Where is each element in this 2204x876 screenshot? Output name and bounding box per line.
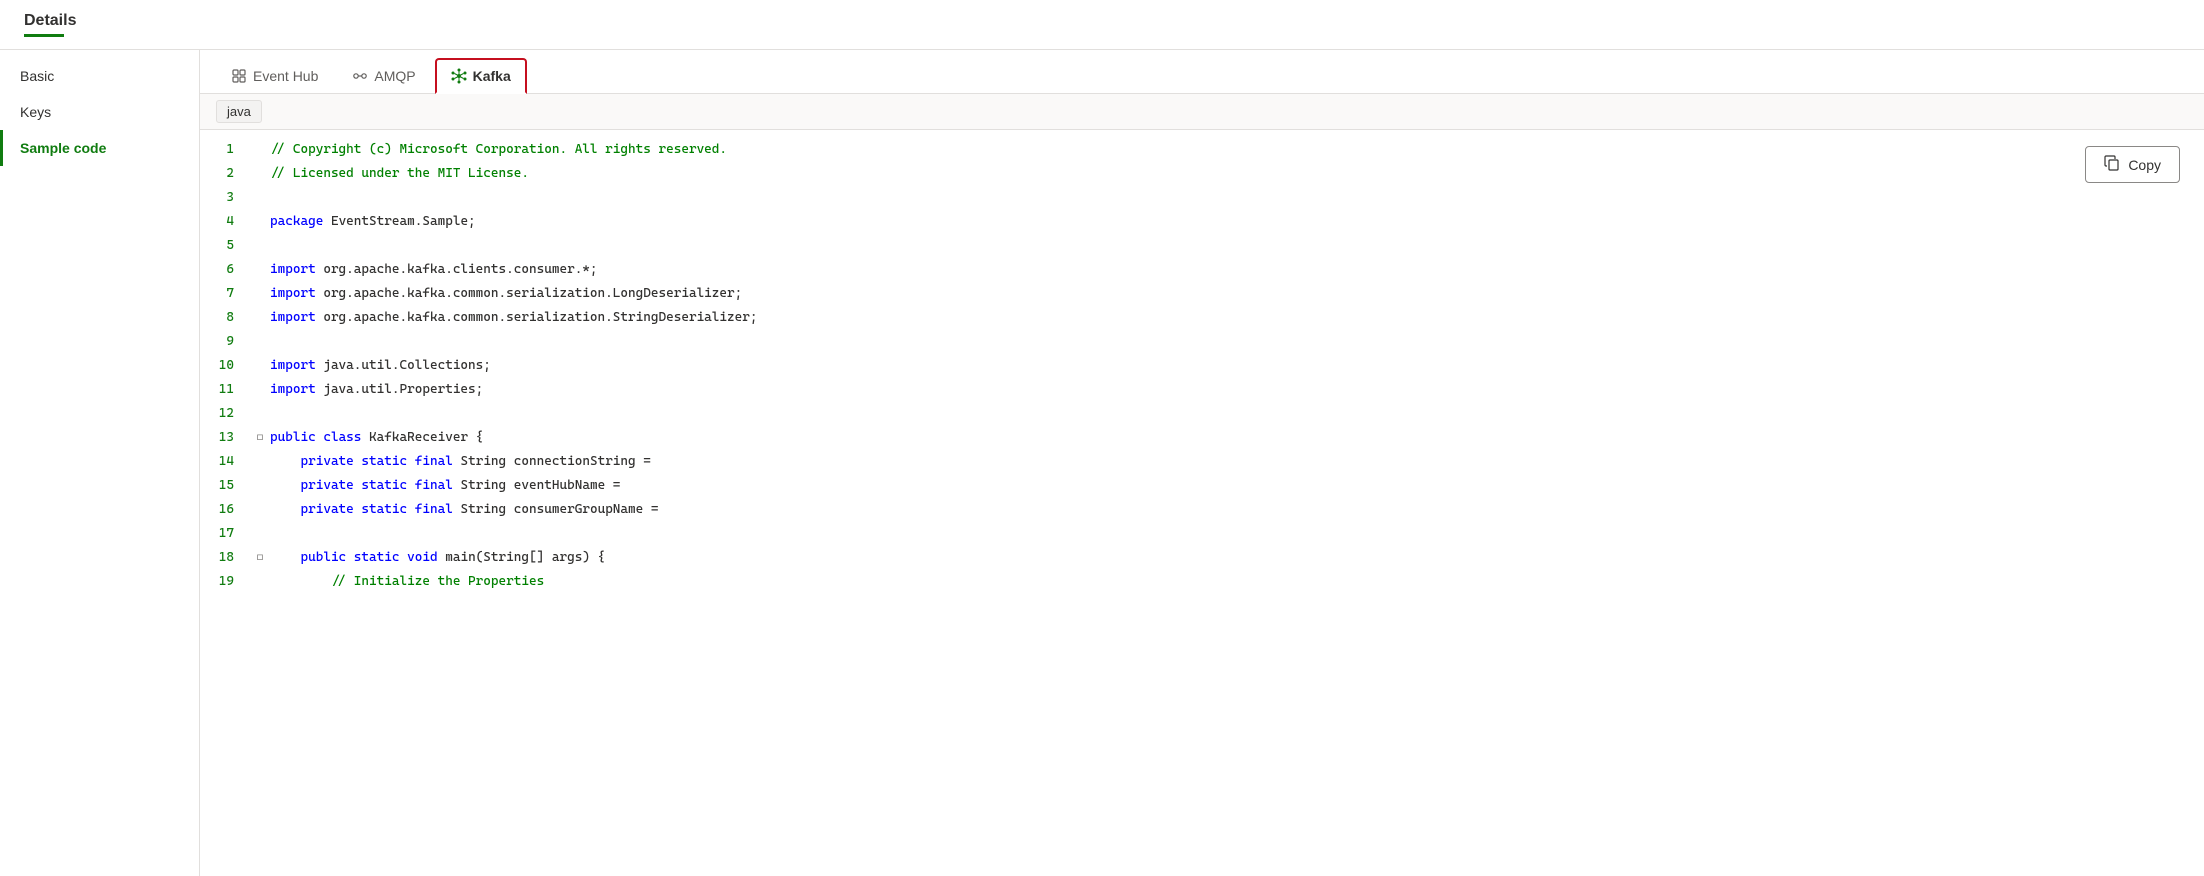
code-line: 17 [200, 522, 2204, 546]
fold-icon-18[interactable]: □ [250, 547, 270, 569]
code-line: 5 [200, 234, 2204, 258]
code-line: 1 // Copyright (c) Microsoft Corporation… [200, 138, 2204, 162]
grid-icon [231, 68, 247, 84]
copy-button[interactable]: Copy [2085, 146, 2180, 183]
tab-label: AMQP [374, 68, 415, 84]
code-line: 15 private static final String eventHubN… [200, 474, 2204, 498]
page-title: Details [24, 12, 2180, 37]
sidebar-item-label: Keys [20, 104, 51, 120]
tab-amqp[interactable]: AMQP [337, 59, 430, 92]
sidebar-item-basic[interactable]: Basic [0, 58, 199, 94]
code-line: 2 // Licensed under the MIT License. [200, 162, 2204, 186]
sidebar-item-label: Sample code [20, 140, 106, 156]
code-line: 4 package EventStream.Sample; [200, 210, 2204, 234]
code-line: 6 import org.apache.kafka.clients.consum… [200, 258, 2204, 282]
code-area[interactable]: 1 // Copyright (c) Microsoft Corporation… [200, 130, 2204, 876]
copy-button-wrapper: Copy [2085, 146, 2180, 183]
fold-icon-13[interactable]: □ [250, 427, 270, 449]
code-line: 12 [200, 402, 2204, 426]
sidebar-item-keys[interactable]: Keys [0, 94, 199, 130]
code-line: 3 [200, 186, 2204, 210]
lang-bar: java [200, 94, 2204, 130]
code-panel: 1 // Copyright (c) Microsoft Corporation… [200, 130, 2204, 876]
content-area: Event Hub AMQP [200, 50, 2204, 876]
app-container: Details Basic Keys Sample code [0, 0, 2204, 876]
sidebar-item-label: Basic [20, 68, 54, 84]
code-line: 19 // Initialize the Properties [200, 570, 2204, 594]
code-line: 16 private static final String consumerG… [200, 498, 2204, 522]
sidebar-item-sample-code[interactable]: Sample code [0, 130, 199, 166]
sidebar: Basic Keys Sample code [0, 50, 200, 876]
code-line: 8 import org.apache.kafka.common.seriali… [200, 306, 2204, 330]
main-layout: Basic Keys Sample code [0, 50, 2204, 876]
tab-event-hub[interactable]: Event Hub [216, 59, 333, 92]
code-line: 11 import java.util.Properties; [200, 378, 2204, 402]
language-badge[interactable]: java [216, 100, 262, 123]
code-line: 9 [200, 330, 2204, 354]
top-bar: Details [0, 0, 2204, 50]
tab-label: Kafka [473, 68, 511, 84]
connection-icon [352, 68, 368, 84]
copy-label: Copy [2128, 157, 2161, 173]
code-line: 7 import org.apache.kafka.common.seriali… [200, 282, 2204, 306]
tab-kafka[interactable]: Kafka [435, 58, 527, 94]
code-line: 10 import java.util.Collections; [200, 354, 2204, 378]
code-line: 18 □ public static void main(String[] ar… [200, 546, 2204, 570]
code-line: 14 private static final String connectio… [200, 450, 2204, 474]
copy-icon [2104, 155, 2120, 174]
tab-label: Event Hub [253, 68, 318, 84]
kafka-icon [451, 68, 467, 84]
tabs-bar: Event Hub AMQP [200, 50, 2204, 94]
code-line: 13 □ public class KafkaReceiver { [200, 426, 2204, 450]
